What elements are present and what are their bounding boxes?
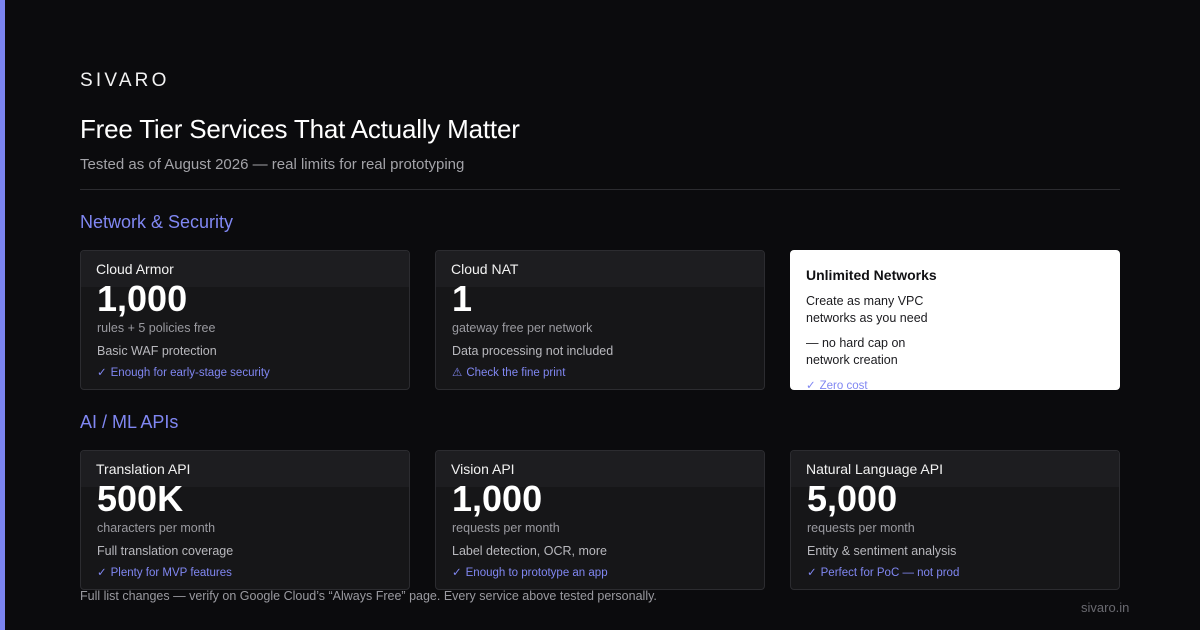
check-icon: ✓ (806, 380, 816, 390)
service-note-text: Enough for early-stage security (110, 367, 270, 379)
service-limit-value: 500K (97, 478, 184, 519)
highlight-card-unlimited-networks: Unlimited Networks Create as many VPC ne… (790, 250, 1120, 390)
service-card-cloud-nat: Cloud NAT 1 gateway free per network Dat… (435, 250, 765, 390)
section-heading-ai-ml-apis: AI / ML APIs (80, 412, 179, 432)
highlight-text-line: Create as many VPC (806, 294, 924, 308)
check-icon: ✓ (97, 367, 107, 379)
service-note: ✓ Plenty for MVP features (97, 565, 232, 579)
service-limit-value: 5,000 (807, 478, 898, 519)
highlight-note-text: Zero cost (819, 380, 868, 390)
service-limit-unit: rules + 5 policies free (97, 321, 216, 335)
service-note: ⚠ Check the fine print (452, 365, 565, 379)
highlight-note: ✓ Zero cost (806, 378, 868, 390)
page-title: Free Tier Services That Actually Matter (80, 114, 520, 144)
section-heading-network-security: Network & Security (80, 212, 234, 232)
service-limit-unit: gateway free per network (452, 321, 593, 335)
service-note-text: Check the fine print (466, 367, 566, 379)
service-note-text: Perfect for PoC — not prod (820, 567, 960, 579)
service-description: Label detection, OCR, more (452, 544, 607, 558)
service-note: ✓ Perfect for PoC — not prod (807, 565, 959, 579)
service-limit-unit: requests per month (807, 521, 915, 535)
check-icon: ✓ (452, 567, 462, 579)
divider (80, 189, 1120, 190)
site-url: sivaro.in (1081, 600, 1130, 615)
page-subtitle: Tested as of August 2026 — real limits f… (80, 156, 465, 173)
highlight-text-line: — no hard cap on (806, 336, 906, 350)
service-description: Entity & sentiment analysis (807, 544, 957, 558)
warning-icon: ⚠ (452, 367, 463, 379)
highlight-text-line: network creation (806, 353, 898, 367)
check-icon: ✓ (807, 567, 817, 579)
highlight-title: Unlimited Networks (806, 267, 937, 283)
service-note-text: Enough to prototype an app (465, 567, 608, 579)
service-card-translation-api: Translation API 500K characters per mont… (80, 450, 410, 590)
highlight-text-line: networks as you need (806, 311, 928, 325)
accent-bar (0, 0, 5, 630)
service-description: Full translation coverage (97, 544, 234, 558)
service-card-cloud-armor: Cloud Armor 1,000 rules + 5 policies fre… (80, 250, 410, 390)
service-note: ✓ Enough to prototype an app (452, 565, 608, 579)
service-limit-value: 1,000 (97, 278, 188, 319)
service-card-natural-language-api: Natural Language API 5,000 requests per … (790, 450, 1120, 590)
service-name: Cloud NAT (436, 251, 764, 287)
service-note-text: Plenty for MVP features (110, 567, 232, 579)
check-icon: ✓ (97, 567, 107, 579)
service-limit-unit: characters per month (97, 521, 216, 535)
service-limit-unit: requests per month (452, 521, 560, 535)
service-limit-value: 1,000 (452, 478, 543, 519)
service-description: Basic WAF protection (97, 344, 217, 358)
service-card-vision-api: Vision API 1,000 requests per month Labe… (435, 450, 765, 590)
service-limit-value: 1 (452, 278, 473, 319)
brand-logo: SIVARO (80, 70, 170, 91)
footnote: Full list changes — verify on Google Clo… (80, 589, 657, 603)
service-note: ✓ Enough for early-stage security (97, 365, 270, 379)
service-description: Data processing not included (452, 344, 614, 358)
